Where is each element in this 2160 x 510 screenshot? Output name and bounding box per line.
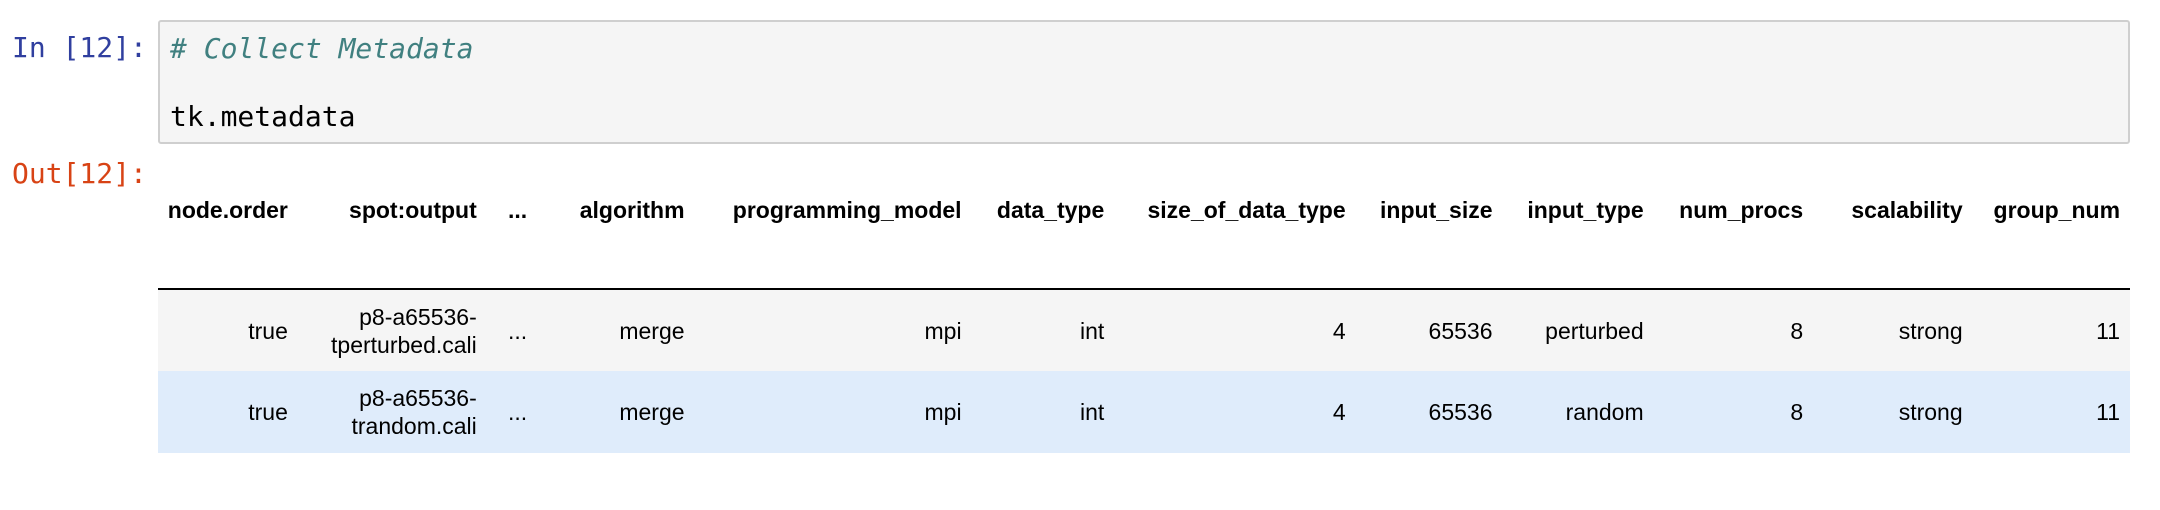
- column-header-data-type: data_type: [971, 180, 1115, 290]
- input-prompt: In [12]:: [12, 31, 147, 64]
- cell-algorithm: merge: [537, 289, 695, 371]
- cell-data-type: int: [971, 371, 1115, 453]
- code-comment: # Collect Metadata: [170, 32, 474, 65]
- output-area: node.order spot:output ... algorithm pro…: [158, 180, 2130, 480]
- column-header-input-size: input_size: [1355, 180, 1503, 290]
- cell-node-order: true: [158, 289, 298, 371]
- cell-scalability: strong: [1813, 371, 1973, 453]
- cell-num-procs: 8: [1653, 289, 1814, 371]
- column-header-programming-model: programming_model: [694, 180, 972, 290]
- cell-size-of-data-type: 4: [1114, 289, 1356, 371]
- cell-ellipsis: ...: [486, 289, 538, 371]
- cell-data-type: int: [971, 289, 1115, 371]
- metadata-table: node.order spot:output ... algorithm pro…: [158, 180, 2130, 453]
- table-header-row: node.order spot:output ... algorithm pro…: [158, 180, 2130, 290]
- code-statement: tk.metadata: [170, 100, 356, 133]
- column-header-scalability: scalability: [1813, 180, 1973, 290]
- cell-input-size: 65536: [1355, 371, 1503, 453]
- code-cell-input[interactable]: # Collect Metadata tk.metadata: [158, 20, 2130, 144]
- column-header-size-of-data-type: size_of_data_type: [1114, 180, 1356, 290]
- column-header-spot-output: spot:output: [297, 180, 487, 290]
- cell-num-procs: 8: [1653, 371, 1814, 453]
- cell-programming-model: mpi: [694, 371, 972, 453]
- cell-node-order: true: [158, 371, 298, 453]
- column-header-algorithm: algorithm: [537, 180, 695, 290]
- cell-input-size: 65536: [1355, 289, 1503, 371]
- output-prompt: Out[12]:: [12, 157, 147, 190]
- cell-input-type: random: [1502, 371, 1654, 453]
- column-header-input-type: input_type: [1502, 180, 1654, 290]
- column-header-ellipsis: ...: [486, 180, 538, 290]
- cell-algorithm: merge: [537, 371, 695, 453]
- cell-group-num: 11: [1972, 371, 2130, 453]
- cell-input-type: perturbed: [1502, 289, 1654, 371]
- cell-spot-output: p8-a65536-tperturbed.cali: [297, 289, 487, 371]
- cell-programming-model: mpi: [694, 289, 972, 371]
- column-header-node-order: node.order: [158, 180, 298, 290]
- column-header-num-procs: num_procs: [1653, 180, 1814, 290]
- column-header-group-num: group_num: [1972, 180, 2130, 290]
- table-row: true p8-a65536-tperturbed.cali ... merge…: [158, 289, 2130, 371]
- cell-scalability: strong: [1813, 289, 1973, 371]
- cell-ellipsis: ...: [486, 371, 538, 453]
- table-row: true p8-a65536-trandom.cali ... merge mp…: [158, 371, 2130, 453]
- cell-group-num: 11: [1972, 289, 2130, 371]
- cell-size-of-data-type: 4: [1114, 371, 1356, 453]
- cell-spot-output: p8-a65536-trandom.cali: [297, 371, 487, 453]
